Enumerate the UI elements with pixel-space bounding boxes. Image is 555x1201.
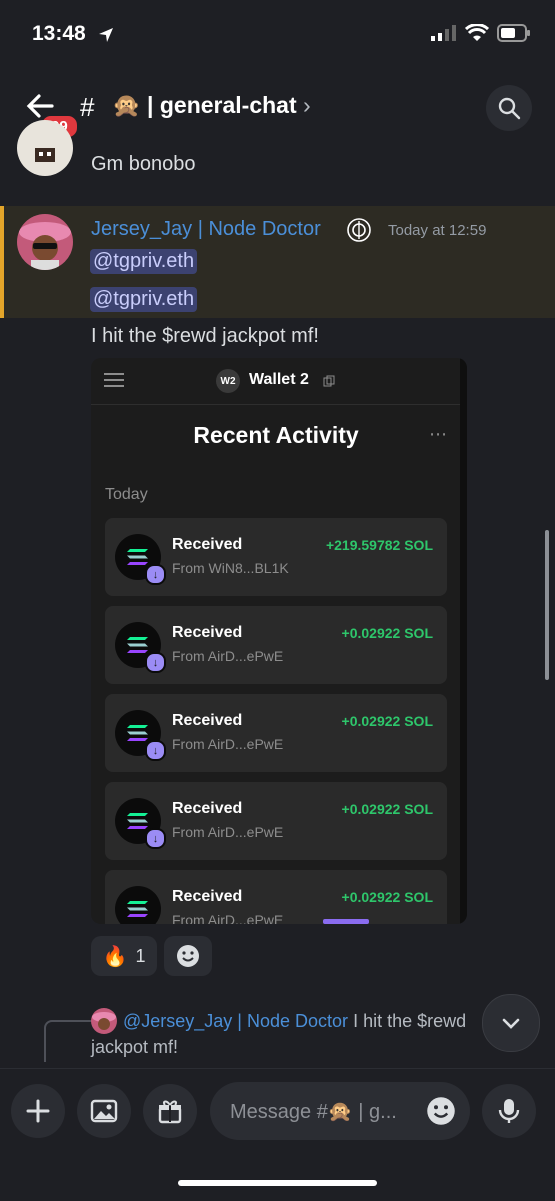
activity-amount: +219.59782 SOL: [325, 537, 433, 553]
reaction-fire[interactable]: 🔥 1: [91, 936, 157, 976]
more-icon: ⋯: [429, 424, 447, 444]
activity-item: ↓ Received From AirD...ePwE +0.02922 SOL: [105, 606, 447, 684]
emoji-icon[interactable]: [426, 1096, 456, 1131]
activity-amount: +0.02922 SOL: [341, 625, 433, 641]
image-icon: [90, 1099, 118, 1123]
search-icon: [498, 97, 521, 120]
status-bar: 13:48: [0, 0, 555, 70]
wallet-badge: W2: [216, 369, 240, 393]
battery-icon: [497, 24, 530, 42]
channel-emoji: 🙊: [112, 92, 141, 118]
solana-icon: [115, 886, 161, 924]
channel-name: | general-chat: [147, 92, 297, 118]
chevron-down-icon: [502, 1018, 520, 1029]
add-reaction-button[interactable]: [164, 936, 212, 976]
gift-icon: [158, 1100, 182, 1124]
message-text: I hit the $rewd jackpot mf!: [91, 325, 319, 347]
copy-icon: [323, 375, 335, 387]
location-arrow-icon: [97, 26, 115, 49]
voice-button[interactable]: [482, 1084, 536, 1138]
activity-label: Received: [172, 888, 243, 905]
wallet-name: Wallet 2: [249, 371, 309, 388]
activity-amount: +0.02922 SOL: [341, 889, 433, 905]
activity-label: Received: [172, 712, 243, 729]
jump-to-present-button[interactable]: [482, 994, 540, 1052]
home-indicator: [178, 1180, 377, 1186]
wallet-heading: Recent Activity: [193, 422, 359, 448]
reply-text: I hit the $rewd: [353, 1011, 467, 1031]
search-button[interactable]: [486, 85, 532, 131]
add-button[interactable]: [11, 1084, 65, 1138]
wifi-icon: [465, 24, 489, 41]
message-timestamp: Today at 12:59: [388, 222, 487, 239]
activity-item: ↓ Received From AirD...ePwE +0.02922 SOL: [105, 694, 447, 772]
message-username[interactable]: Jersey_Jay | Node Doctor: [91, 218, 321, 241]
mention[interactable]: @tgpriv.eth: [90, 287, 198, 312]
activity-label: Received: [172, 800, 243, 817]
menu-icon: [104, 373, 124, 387]
image-attachment[interactable]: W2 Wallet 2 Recent Activity ⋯ Today ↓ Re…: [91, 358, 467, 924]
activity-from: From AirD...ePwE: [172, 648, 284, 664]
wallet-section: Today: [105, 486, 148, 503]
wallet-tab-indicator: [323, 919, 369, 924]
reply-preview[interactable]: @Jersey_Jay | Node Doctor I hit the $rew…: [123, 1011, 466, 1032]
scrollbar-thumb[interactable]: [545, 530, 549, 680]
reply-username: @Jersey_Jay | Node Doctor: [123, 1011, 349, 1031]
activity-from: From AirD...ePwE: [172, 912, 284, 924]
reply-avatar: [91, 1008, 117, 1034]
activity-amount: +0.02922 SOL: [341, 801, 433, 817]
plus-icon: [26, 1099, 50, 1123]
avatar[interactable]: [17, 214, 73, 270]
avatar[interactable]: [17, 120, 73, 176]
arrow-down-icon: ↓: [145, 740, 166, 761]
reply-connector: [44, 1020, 92, 1062]
image-edge: [460, 358, 467, 924]
message-input[interactable]: Message #🙊 | g...: [210, 1082, 470, 1140]
channel-title[interactable]: 🙊 | general-chat ›: [112, 92, 311, 119]
arrow-down-icon: ↓: [145, 564, 166, 585]
role-badge-icon: [346, 217, 372, 248]
activity-label: Received: [172, 624, 243, 641]
reaction-count: 1: [135, 945, 146, 966]
gift-button[interactable]: [143, 1084, 197, 1138]
chevron-right-icon: ›: [303, 92, 311, 118]
signal-icon: [431, 25, 456, 41]
fire-emoji: 🔥: [102, 945, 128, 968]
gallery-button[interactable]: [77, 1084, 131, 1138]
status-icons: [431, 24, 531, 42]
status-time: 13:48: [32, 22, 86, 45]
activity-item: ↓ Received From WiN8...BL1K +219.59782 S…: [105, 518, 447, 596]
activity-from: From AirD...ePwE: [172, 824, 284, 840]
mention[interactable]: @tgpriv.eth: [90, 249, 198, 274]
message-placeholder: Message #🙊 | g...: [230, 1101, 397, 1123]
channel-hash-icon: #: [80, 92, 95, 122]
microphone-icon: [498, 1099, 520, 1123]
arrow-down-icon: ↓: [145, 652, 166, 673]
activity-from: From AirD...ePwE: [172, 736, 284, 752]
wallet-topbar: W2 Wallet 2: [91, 358, 467, 405]
activity-amount: +0.02922 SOL: [341, 713, 433, 729]
activity-item: Received From AirD...ePwE +0.02922 SOL: [105, 870, 447, 924]
smiley-icon: [177, 945, 199, 967]
activity-label: Received: [172, 536, 243, 553]
reply-text-continued: jackpot mf!: [91, 1037, 179, 1057]
message-text: Gm bonobo: [91, 153, 196, 175]
arrow-down-icon: ↓: [145, 828, 166, 849]
activity-from: From WiN8...BL1K: [172, 560, 289, 576]
activity-item: ↓ Received From AirD...ePwE +0.02922 SOL: [105, 782, 447, 860]
